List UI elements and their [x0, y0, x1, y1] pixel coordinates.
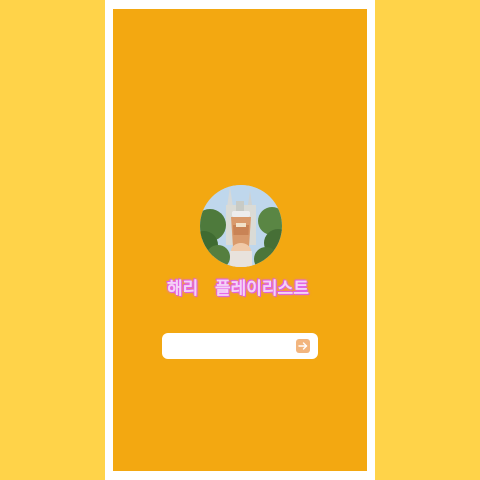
entry-box[interactable]	[162, 333, 318, 359]
enter-button[interactable]	[296, 339, 310, 353]
entry-input[interactable]	[168, 336, 286, 356]
playlist-label: 플레이리스트	[215, 279, 309, 299]
owner-name: 해리	[167, 279, 199, 299]
profile-avatar[interactable]	[200, 185, 282, 267]
page-background: 해리 플레이리스트	[0, 0, 480, 480]
playlist-title: 해리 플레이리스트	[162, 276, 322, 302]
profile-photo-icon	[200, 185, 282, 267]
arrow-right-icon	[298, 342, 308, 350]
